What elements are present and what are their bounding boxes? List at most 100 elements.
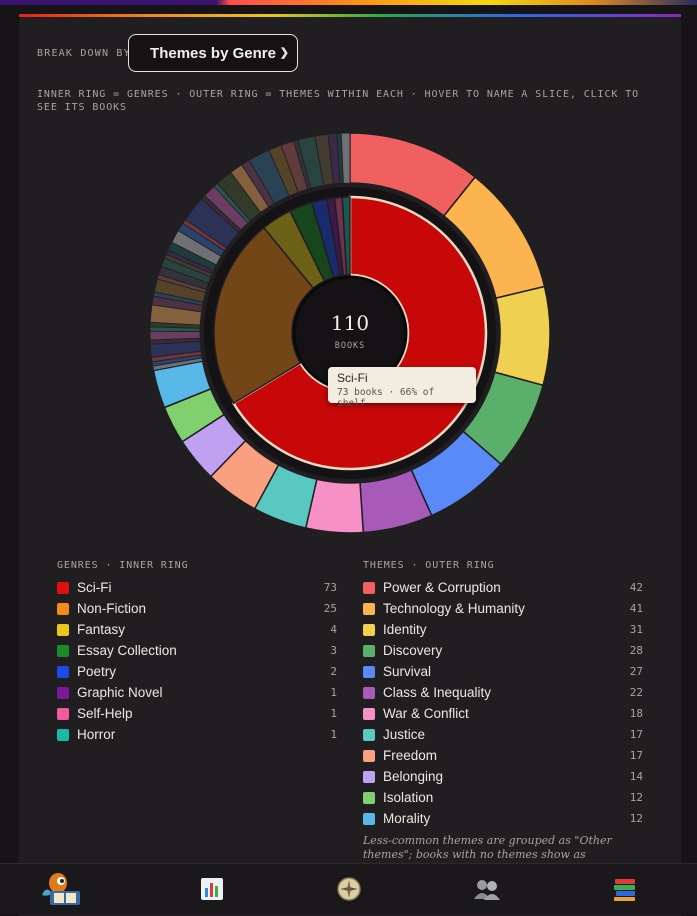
- nav-discover[interactable]: [324, 864, 374, 914]
- legend-label: Technology & Humanity: [383, 601, 525, 616]
- legend-swatch: [363, 728, 375, 741]
- legend-count: 22: [629, 686, 643, 699]
- legend-count: 27: [629, 665, 643, 678]
- outer-slice-minor[interactable]: [149, 330, 201, 341]
- compass-icon: [337, 877, 361, 901]
- nav-stats[interactable]: [187, 864, 237, 914]
- legend-label: Belonging: [383, 769, 444, 784]
- legend-label: Identity: [383, 622, 427, 637]
- theme-legend-item-power-corruption[interactable]: Power & Corruption 42: [363, 577, 643, 598]
- legend-swatch: [363, 686, 375, 699]
- center-total: 110: [331, 311, 369, 335]
- nav-library[interactable]: [600, 864, 650, 914]
- legend-label: Non-Fiction: [77, 601, 147, 616]
- genre-legend-item-horror[interactable]: Horror 1: [57, 724, 337, 745]
- theme-legend-item-identity[interactable]: Identity 31: [363, 619, 643, 640]
- genre-legend-item-sci-fi[interactable]: Sci-Fi 73: [57, 577, 337, 598]
- center-unit: BOOKS: [335, 341, 366, 351]
- legend-swatch: [363, 644, 375, 657]
- theme-legend-item-morality[interactable]: Morality 12: [363, 808, 643, 829]
- legend-label: Freedom: [383, 748, 438, 763]
- legend-swatch: [363, 791, 375, 804]
- legend-label: Isolation: [383, 790, 434, 805]
- legend-swatch: [57, 581, 69, 594]
- genre-legend-item-non-fiction[interactable]: Non-Fiction 25: [57, 598, 337, 619]
- legend-count: 1: [330, 686, 337, 699]
- legend-label: Survival: [383, 664, 432, 679]
- legend-count: 1: [330, 707, 337, 720]
- legend-label: Morality: [383, 811, 431, 826]
- themes-legend: Power & Corruption 42 Technology & Humanit…: [363, 577, 643, 829]
- nav-community[interactable]: [462, 864, 512, 914]
- genres-legend-heading: GENRES · INNER RING: [57, 560, 189, 571]
- legend-count: 42: [629, 581, 643, 594]
- stats-chart-icon: [201, 878, 223, 900]
- legend-label: Discovery: [383, 643, 443, 658]
- legend-count: 4: [330, 623, 337, 636]
- legend-count: 1: [330, 728, 337, 741]
- theme-legend-item-isolation[interactable]: Isolation 12: [363, 787, 643, 808]
- legend-label: Justice: [383, 727, 426, 742]
- genre-legend-item-self-help[interactable]: Self-Help 1: [57, 703, 337, 724]
- legend-swatch: [363, 623, 375, 636]
- theme-legend-item-war-conflict[interactable]: War & Conflict 18: [363, 703, 643, 724]
- legend-count: 73: [323, 581, 337, 594]
- legend-count: 41: [629, 602, 643, 615]
- legend-swatch: [57, 686, 69, 699]
- legend-label: Class & Inequality: [383, 685, 492, 700]
- legend-count: 17: [629, 749, 643, 762]
- legend-swatch: [57, 623, 69, 636]
- people-icon: [474, 880, 500, 900]
- legend-swatch: [363, 749, 375, 762]
- legend-swatch: [363, 581, 375, 594]
- bottom-nav: [0, 863, 697, 914]
- legend-label: Poetry: [77, 664, 117, 679]
- legend-swatch: [57, 602, 69, 615]
- legend-swatch: [363, 770, 375, 783]
- home-reader-icon: [42, 873, 80, 905]
- theme-legend-item-class-inequality[interactable]: Class & Inequality 22: [363, 682, 643, 703]
- legend-swatch: [363, 665, 375, 678]
- legend-swatch: [57, 728, 69, 741]
- legend-count: 28: [629, 644, 643, 657]
- theme-legend-item-justice[interactable]: Justice 17: [363, 724, 643, 745]
- genre-legend-item-fantasy[interactable]: Fantasy 4: [57, 619, 337, 640]
- genre-legend-item-poetry[interactable]: Poetry 2: [57, 661, 337, 682]
- legend-count: 31: [629, 623, 643, 636]
- legend-swatch: [363, 707, 375, 720]
- legend-label: Sci-Fi: [77, 580, 112, 595]
- tooltip-subtitle: 73 books · 66% of shelf: [337, 387, 435, 409]
- legend-count: 25: [323, 602, 337, 615]
- legend-label: Essay Collection: [77, 643, 177, 658]
- sunburst-chart[interactable]: 110 BOOKS: [0, 0, 697, 560]
- legend-swatch: [363, 602, 375, 615]
- legend-count: 2: [330, 665, 337, 678]
- book-stack-icon: [614, 879, 635, 901]
- themes-legend-heading: THEMES · OUTER RING: [363, 560, 495, 571]
- theme-legend-item-belonging[interactable]: Belonging 14: [363, 766, 643, 787]
- legend-label: Horror: [77, 727, 116, 742]
- legend-label: War & Conflict: [383, 706, 469, 721]
- legend-label: Self-Help: [77, 706, 133, 721]
- legend-count: 18: [629, 707, 643, 720]
- theme-legend-item-discovery[interactable]: Discovery 28: [363, 640, 643, 661]
- legend-count: 3: [330, 644, 337, 657]
- theme-legend-item-technology-humanity[interactable]: Technology & Humanity 41: [363, 598, 643, 619]
- legend-count: 12: [629, 791, 643, 804]
- genre-legend-item-graphic-novel[interactable]: Graphic Novel 1: [57, 682, 337, 703]
- legend-count: 14: [629, 770, 643, 783]
- outer-slice-identity[interactable]: [493, 285, 551, 387]
- genre-legend-item-essay-collection[interactable]: Essay Collection 3: [57, 640, 337, 661]
- legend-swatch: [57, 665, 69, 678]
- legend-label: Graphic Novel: [77, 685, 163, 700]
- legend-swatch: [363, 812, 375, 825]
- theme-legend-item-freedom[interactable]: Freedom 17: [363, 745, 643, 766]
- legend-label: Fantasy: [77, 622, 126, 637]
- theme-legend-item-survival[interactable]: Survival 27: [363, 661, 643, 682]
- nav-home[interactable]: [36, 864, 86, 914]
- tooltip-title: Sci-Fi: [337, 371, 368, 385]
- legend-swatch: [57, 707, 69, 720]
- genres-legend: Sci-Fi 73 Non-Fiction 25 Fantasy 4 Essay Colle…: [57, 577, 337, 745]
- slice-tooltip: Sci-Fi 73 books · 66% of shelf: [328, 367, 476, 409]
- legend-label: Power & Corruption: [383, 580, 501, 595]
